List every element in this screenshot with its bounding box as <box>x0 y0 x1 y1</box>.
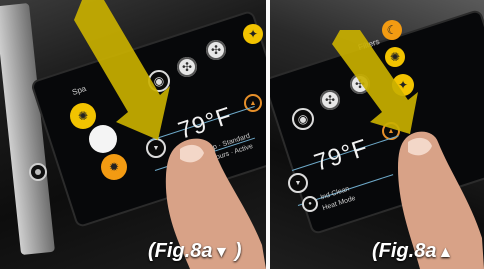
side-power-button-icon[interactable] <box>29 163 47 181</box>
figure-caption-down: (Fig.8a▼ ) <box>148 240 242 262</box>
figure-caption-up: (Fig.8a▲ <box>372 240 454 262</box>
blower-icon[interactable]: ✣ <box>206 40 226 60</box>
mode-icon[interactable]: ● <box>302 196 318 212</box>
up-arrow-icon <box>332 30 418 134</box>
left-photo: Spa ✺ ✹ ◉ ✣ ✣ ✦ ▲ ▼ 79°F Lo Temp · Stand… <box>0 0 266 269</box>
right-photo: Filters ☾ ✺ ✦ ◉ ✣ ✣ ▲ ▼ 79°F ● Ind Clean… <box>270 0 484 269</box>
pump-icon[interactable]: ✣ <box>177 57 197 77</box>
heater-icon[interactable]: ✹ <box>101 154 127 180</box>
settings-icon[interactable]: ✦ <box>243 24 263 44</box>
target-ring-icon[interactable]: ◉ <box>292 108 314 130</box>
temp-down-button[interactable]: ▼ <box>288 173 308 193</box>
down-arrow-icon <box>74 0 170 140</box>
